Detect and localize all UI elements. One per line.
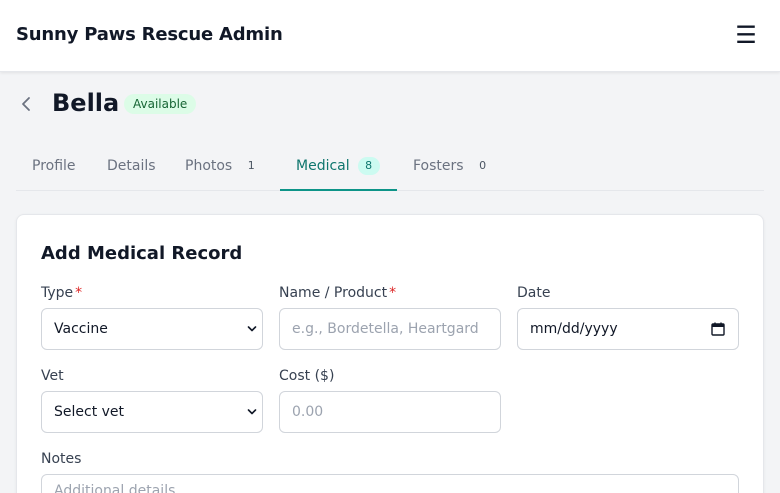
cost-input[interactable]: 0.00 — [279, 391, 501, 433]
tab-fosters[interactable]: Fosters 0 — [413, 142, 494, 191]
type-select-value: Vaccine — [54, 321, 108, 337]
tab-bar: Profile Details Photos 1 Medical 8 Fosters… — [16, 142, 764, 191]
type-label: Type * — [41, 285, 82, 301]
pet-name: Bella — [52, 89, 120, 117]
notes-label: Notes — [41, 451, 82, 467]
vet-label: Vet — [41, 368, 64, 384]
tab-count: 1 — [247, 159, 255, 172]
notes-textarea[interactable]: Additional details — [41, 474, 739, 493]
tab-label: Fosters — [413, 158, 464, 174]
type-select[interactable]: Vaccine — [41, 308, 263, 350]
status-badge: Available — [124, 94, 197, 114]
hamburger-icon[interactable]: ☰ — [734, 22, 758, 48]
name-label-text: Name / Product — [279, 285, 388, 301]
required-marker: * — [75, 285, 83, 301]
back-chevron-icon[interactable] — [16, 92, 36, 116]
vet-select[interactable]: Select vet — [41, 391, 263, 433]
cost-label: Cost ($) — [279, 368, 335, 384]
type-label-text: Type — [41, 285, 74, 301]
chevron-down-icon — [247, 409, 257, 415]
vet-select-value: Select vet — [54, 404, 125, 420]
calendar-icon[interactable] — [710, 321, 726, 337]
card-title: Add Medical Record — [41, 243, 243, 264]
tab-photos[interactable]: Photos 1 — [185, 142, 262, 191]
required-marker: * — [389, 285, 397, 301]
name-input[interactable]: e.g., Bordetella, Heartgard — [279, 308, 501, 350]
date-input-value: mm/dd/yyyy — [530, 321, 618, 337]
tab-label: Details — [107, 158, 156, 174]
chevron-down-icon — [247, 326, 257, 332]
top-bar: Sunny Paws Rescue Admin ☰ — [0, 0, 780, 72]
tab-count: 0 — [479, 159, 487, 172]
tab-label: Photos — [185, 158, 233, 174]
tab-label: Medical — [296, 158, 350, 174]
date-input[interactable]: mm/dd/yyyy — [517, 308, 739, 350]
app-title: Sunny Paws Rescue Admin — [16, 24, 283, 45]
tab-profile[interactable]: Profile — [32, 142, 76, 191]
medical-record-card: Add Medical Record Type * Name / Product *… — [16, 214, 764, 493]
tab-details[interactable]: Details — [107, 142, 156, 191]
tab-count: 8 — [357, 157, 380, 175]
tab-medical[interactable]: Medical 8 — [280, 142, 397, 191]
name-label: Name / Product * — [279, 285, 396, 301]
tab-label: Profile — [32, 158, 76, 174]
date-label: Date — [517, 285, 551, 301]
